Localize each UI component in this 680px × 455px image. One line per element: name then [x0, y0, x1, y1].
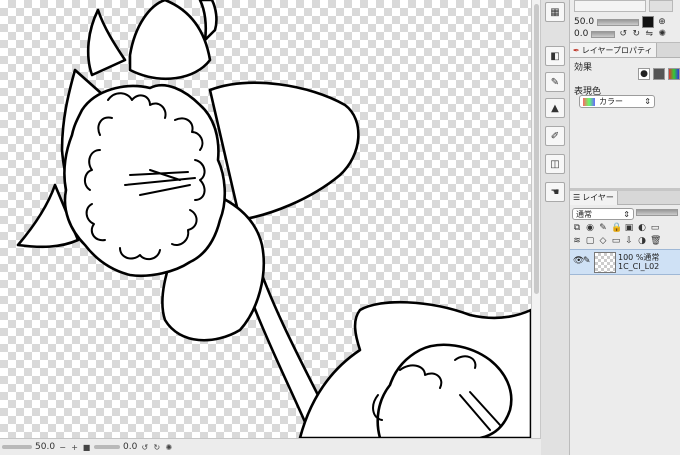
mask-add-icon[interactable]: ◑ [637, 236, 647, 246]
navigator-thumb[interactable] [649, 0, 673, 12]
new-vector-icon[interactable]: ◇ [598, 236, 608, 246]
search-icon[interactable]: ⊕ [657, 17, 667, 27]
hand-icon[interactable]: ☚ [545, 182, 565, 202]
ruler-icon[interactable]: ▭ [650, 223, 660, 233]
canvas-vertical-scrollbar[interactable] [531, 0, 541, 438]
fill-swatch[interactable] [642, 16, 655, 28]
flip-icon[interactable]: ⇋ [644, 29, 654, 39]
opacity-slider[interactable] [636, 209, 678, 216]
effect-tone-icon[interactable] [653, 68, 665, 80]
material-icon[interactable]: ◫ [545, 154, 565, 174]
sub-zoom-value[interactable]: 50.0 [574, 17, 594, 27]
merge-icon[interactable]: ⇩ [624, 236, 634, 246]
rotate-right-icon[interactable]: ↻ [631, 29, 641, 39]
layer-property-icon[interactable]: ◧ [545, 46, 565, 66]
color-gradient-icon [583, 97, 595, 106]
lock-icon[interactable]: 🔒 [611, 223, 622, 233]
tab-layer[interactable]: ☰ レイヤー [570, 190, 618, 205]
effect-label: 効果 [574, 63, 593, 73]
layers-icon: ☰ [573, 193, 581, 202]
canvas-status-bar: 50.0 − + ■ 0.0 ↺ ↻ ✺ [0, 438, 541, 455]
chevron-updown-icon: ⇕ [644, 97, 651, 106]
zoom-slider[interactable] [2, 445, 32, 449]
layer-panel: ☰ レイヤー 通常 ⇕ ⧉ ◉ ✎ 🔒 ▣ ◐ ▭ ≋ ▢ ◇ ▭ ⇩ ◑ 🗑 [570, 190, 680, 455]
chevron-updown-icon: ⇕ [623, 209, 630, 219]
angle-slider[interactable] [94, 445, 121, 449]
display-color-select[interactable]: カラー ⇕ [579, 95, 655, 108]
layer-row[interactable]: 👁 ✎ 100 %通常 1C_CI_L02 [570, 249, 680, 275]
tool-property-icon[interactable]: ✎ [545, 72, 565, 92]
navigator-icon[interactable]: ▦ [545, 2, 565, 22]
property-tabbar: ✒ レイヤープロパティ [570, 43, 680, 58]
zoom-out-icon[interactable]: − [58, 443, 67, 452]
tab-layer-property[interactable]: ✒ レイヤープロパティ [570, 43, 657, 57]
effect-color-icon[interactable] [668, 68, 680, 80]
pen-icon: ✒ [573, 45, 580, 55]
draft-icon[interactable]: ✎ [598, 223, 608, 233]
rotate-left-icon[interactable]: ↺ [140, 443, 149, 452]
zoom-value[interactable]: 50.0 [35, 442, 55, 452]
effect-border-icon[interactable]: ● [638, 68, 650, 80]
alpha-lock-icon[interactable]: ▣ [624, 223, 634, 233]
sub-angle-value[interactable]: 0.0 [574, 29, 588, 39]
new-folder-icon[interactable]: ▭ [611, 236, 621, 246]
new-raster-icon[interactable]: ▢ [585, 236, 595, 246]
layer-stack-icon[interactable]: ≋ [572, 236, 582, 246]
rotate-left-icon[interactable]: ↺ [618, 29, 628, 39]
mask-icon[interactable]: ◐ [637, 223, 647, 233]
blend-mode-select[interactable]: 通常 ⇕ [572, 208, 634, 220]
angle-value[interactable]: 0.0 [123, 442, 137, 452]
brush-size-icon[interactable]: ✐ [545, 126, 565, 146]
layer-property-panel: 効果 ● 表現色 カラー ⇕ [570, 58, 680, 188]
right-dock: ▦ ◧ ✎ ▲ ✐ ◫ ☚ 50.0 ⊕ 0.0 ↺ ↻ ⇋ ✺ ✒ レイヤープ… [541, 0, 680, 455]
layer-name: 1C_CI_L02 [618, 262, 660, 271]
drawing-canvas[interactable] [0, 0, 531, 438]
clip-icon[interactable]: ⧉ [572, 223, 582, 233]
fit-icon[interactable]: ■ [82, 443, 91, 452]
layer-thumbnail [594, 252, 616, 273]
rotate-right-icon[interactable]: ↻ [152, 443, 161, 452]
reset-rotation-icon[interactable]: ✺ [164, 443, 173, 452]
sub-angle-slider[interactable] [591, 30, 616, 38]
line-art-illustration [16, 0, 531, 438]
pen-icon: ✎ [583, 256, 591, 266]
delete-icon[interactable]: 🗑 [650, 236, 661, 246]
reset-icon[interactable]: ✺ [657, 29, 667, 39]
image-material-icon[interactable]: ▲ [545, 98, 565, 118]
zoom-in-icon[interactable]: + [70, 443, 79, 452]
panel-icon-strip: ▦ ◧ ✎ ▲ ✐ ◫ ☚ [541, 0, 570, 455]
sub-zoom-slider[interactable] [597, 18, 640, 26]
navigator-preview[interactable] [574, 0, 646, 12]
scrollbar-thumb[interactable] [534, 4, 539, 294]
navigator-panel: 50.0 ⊕ 0.0 ↺ ↻ ⇋ ✺ [570, 0, 680, 43]
reference-icon[interactable]: ◉ [585, 223, 595, 233]
